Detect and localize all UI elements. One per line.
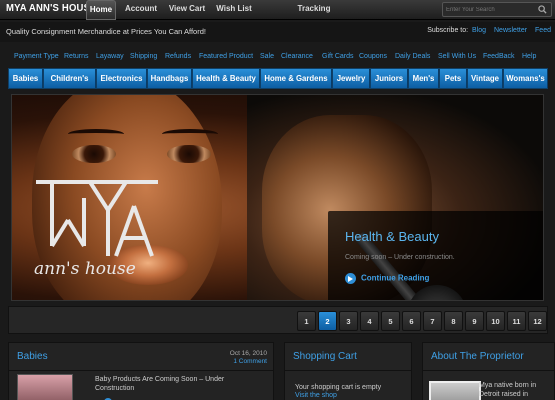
- nav-tracking[interactable]: Tracking: [294, 0, 334, 20]
- continue-reading-link[interactable]: Continue Reading: [345, 273, 429, 284]
- page-link-gift-cards[interactable]: Gift Cards: [322, 53, 354, 60]
- category-womens[interactable]: Womans's: [504, 69, 548, 88]
- continue-reading-label: Continue Reading: [361, 273, 430, 283]
- category-handbags[interactable]: Handbags: [148, 69, 192, 88]
- babies-post-meta: Oct 16, 2010 1 Comment: [230, 350, 267, 366]
- shopping-cart-column: Shopping Cart Your shopping cart is empt…: [284, 342, 412, 400]
- category-bar: Babies Children's Electronics Handbags H…: [8, 68, 548, 89]
- page-link-payment-type[interactable]: Payment Type: [14, 53, 59, 60]
- site-logo[interactable]: MYA ANN'S HOUSE: [6, 3, 97, 14]
- nav-view-cart[interactable]: View Cart: [166, 0, 208, 20]
- hero-slider[interactable]: ann's house Health & Beauty Coming soon …: [11, 94, 544, 301]
- category-babies[interactable]: Babies: [9, 69, 43, 88]
- pager-page-11[interactable]: 11: [507, 311, 526, 331]
- column-divider: [285, 370, 411, 371]
- page-link-feedback[interactable]: FeedBack: [483, 53, 515, 60]
- page-link-help[interactable]: Help: [522, 53, 536, 60]
- page-link-clearance[interactable]: Clearance: [281, 53, 313, 60]
- hero-caption: Health & Beauty Coming soon – Under cons…: [328, 211, 543, 300]
- search-input[interactable]: [446, 4, 534, 16]
- proprietor-title: About The Proprietor: [431, 351, 524, 362]
- pager-page-12[interactable]: 12: [528, 311, 547, 331]
- site-tagline: Quality Consignment Merchandice at Price…: [6, 27, 206, 36]
- visit-shop-link[interactable]: Visit the shop: [295, 392, 337, 399]
- babies-post-date: Oct 16, 2010: [229, 350, 267, 357]
- column-divider: [423, 370, 554, 371]
- page-link-featured-product[interactable]: Featured Product: [199, 53, 253, 60]
- nav-wish-list[interactable]: Wish List: [214, 0, 254, 20]
- pager-page-7[interactable]: 7: [423, 311, 442, 331]
- pager-page-1[interactable]: 1: [297, 311, 316, 331]
- subscribe-feed-link[interactable]: Feed: [535, 27, 551, 34]
- babies-post-title[interactable]: Babies: [17, 351, 48, 362]
- pager-page-6[interactable]: 6: [402, 311, 421, 331]
- cart-empty-text: Your shopping cart is empty: [295, 384, 382, 391]
- category-home-gardens[interactable]: Home & Gardens: [261, 69, 332, 88]
- pager-page-2[interactable]: 2: [318, 311, 337, 331]
- top-nav-bar: MYA ANN'S HOUSE Home Account View Cart W…: [0, 0, 555, 20]
- page-link-daily-deals[interactable]: Daily Deals: [395, 53, 430, 60]
- pager-page-10[interactable]: 10: [486, 311, 505, 331]
- hero-caption-title[interactable]: Health & Beauty: [345, 229, 439, 244]
- pager-page-9[interactable]: 9: [465, 311, 484, 331]
- proprietor-column: About The Proprietor Mya native born in …: [422, 342, 555, 400]
- pager-page-5[interactable]: 5: [381, 311, 400, 331]
- pager-page-4[interactable]: 4: [360, 311, 379, 331]
- shopping-cart-title: Shopping Cart: [293, 351, 357, 362]
- page-link-coupons[interactable]: Coupons: [359, 53, 387, 60]
- babies-post-excerpt: Baby Products Are Coming Soon – Under Co…: [95, 376, 225, 392]
- mya-logo-icon: ann's house: [34, 180, 158, 279]
- page-link-sale[interactable]: Sale: [260, 53, 274, 60]
- hero-eye-right: [167, 145, 211, 163]
- hero-brow-left: [68, 129, 124, 139]
- category-mens[interactable]: Men's: [409, 69, 439, 88]
- slider-pager: 1 2 3 4 5 6 7 8 9 10 11 12: [8, 306, 548, 334]
- subscribe-label: Subscribe to:: [427, 27, 469, 34]
- page-link-refunds[interactable]: Refunds: [165, 53, 191, 60]
- babies-post-comments[interactable]: 1 Comment: [230, 358, 267, 366]
- page-link-returns[interactable]: Returns: [64, 53, 89, 60]
- category-childrens[interactable]: Children's: [44, 69, 96, 88]
- pager-page-8[interactable]: 8: [444, 311, 463, 331]
- arrow-right-icon: [345, 273, 356, 284]
- search-box: [442, 2, 552, 17]
- svg-text:ann's house: ann's house: [34, 259, 136, 279]
- hero-caption-subtitle: Coming soon – Under construction.: [345, 254, 455, 261]
- page-links-bar: Payment Type Returns Layaway Shipping Re…: [8, 48, 548, 68]
- category-juniors[interactable]: Juniors: [371, 69, 408, 88]
- category-vintage[interactable]: Vintage: [468, 69, 503, 88]
- page-link-layaway[interactable]: Layaway: [96, 53, 124, 60]
- category-health-beauty[interactable]: Health & Beauty: [193, 69, 260, 88]
- pager-page-3[interactable]: 3: [339, 311, 358, 331]
- category-electronics[interactable]: Electronics: [97, 69, 147, 88]
- subscribe-links: Subscribe to: Blog Newsletter Feed: [427, 27, 551, 34]
- page-link-shipping[interactable]: Shipping: [130, 53, 157, 60]
- subscribe-newsletter-link[interactable]: Newsletter: [494, 27, 527, 34]
- tagline-bar: Quality Consignment Merchandice at Price…: [0, 22, 555, 42]
- babies-post-thumbnail[interactable]: [17, 374, 73, 400]
- subscribe-blog-link[interactable]: Blog: [472, 27, 486, 34]
- page-link-sell-with-us[interactable]: Sell With Us: [438, 53, 476, 60]
- column-divider: [9, 370, 273, 371]
- category-jewelry[interactable]: Jewelry: [333, 69, 370, 88]
- proprietor-avatar: [429, 381, 481, 400]
- babies-post-column: Babies Oct 16, 2010 1 Comment Baby Produ…: [8, 342, 274, 400]
- proprietor-bio: Mya native born in Detroit raised in: [479, 382, 537, 398]
- nav-account[interactable]: Account: [122, 0, 160, 20]
- hero-brow-right: [162, 129, 218, 139]
- search-icon[interactable]: [538, 5, 547, 14]
- category-pets[interactable]: Pets: [440, 69, 467, 88]
- nav-home[interactable]: Home: [86, 0, 116, 20]
